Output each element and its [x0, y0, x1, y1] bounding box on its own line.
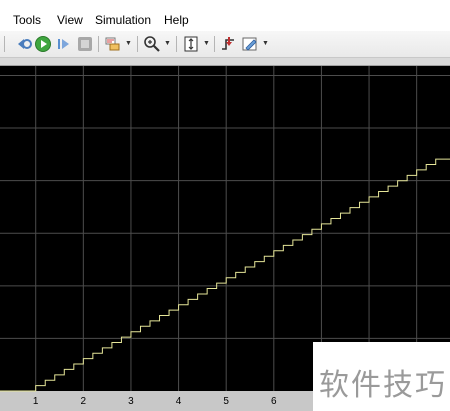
toolbar-separator: [137, 36, 138, 52]
style-dropdown-icon[interactable]: ▼: [125, 40, 132, 48]
zoom-dropdown-icon[interactable]: ▼: [164, 40, 171, 48]
x-tick-label: 1: [33, 396, 39, 407]
fit-axes-icon[interactable]: [182, 35, 200, 53]
stop-icon[interactable]: [76, 35, 94, 53]
highlight-dropdown-icon[interactable]: ▼: [262, 40, 269, 48]
menu-view[interactable]: View: [57, 13, 83, 27]
toolbar-separator: [176, 36, 177, 52]
run-icon[interactable]: [34, 35, 52, 53]
watermark-text: 软件技巧: [319, 368, 447, 403]
zoom-icon[interactable]: [143, 35, 161, 53]
x-tick-label: 6: [271, 396, 277, 407]
scope-title-band: [0, 58, 450, 66]
x-tick-label: 3: [128, 396, 134, 407]
menu-bar: Tools View Simulation Help: [0, 9, 450, 31]
x-tick-label: 2: [81, 396, 87, 407]
fit-axes-dropdown-icon[interactable]: ▼: [203, 40, 210, 48]
toolbar-separator: [98, 36, 99, 52]
toolbar: ▼ ▼ ▼ ▼: [0, 31, 450, 58]
step-back-icon[interactable]: [15, 35, 33, 53]
menu-help[interactable]: Help: [164, 13, 189, 27]
toolbar-separator: [214, 36, 215, 52]
style-icon[interactable]: [104, 35, 122, 53]
x-tick-label: 5: [223, 396, 229, 407]
highlight-icon[interactable]: [241, 35, 259, 53]
step-forward-icon[interactable]: [55, 35, 73, 53]
toolbar-separator: [4, 36, 5, 52]
x-tick-label: 4: [176, 396, 182, 407]
menu-simulation[interactable]: Simulation: [95, 13, 151, 27]
triggers-icon[interactable]: [220, 35, 238, 53]
menu-tools[interactable]: Tools: [13, 13, 41, 27]
watermark: 软件技巧: [313, 342, 450, 411]
